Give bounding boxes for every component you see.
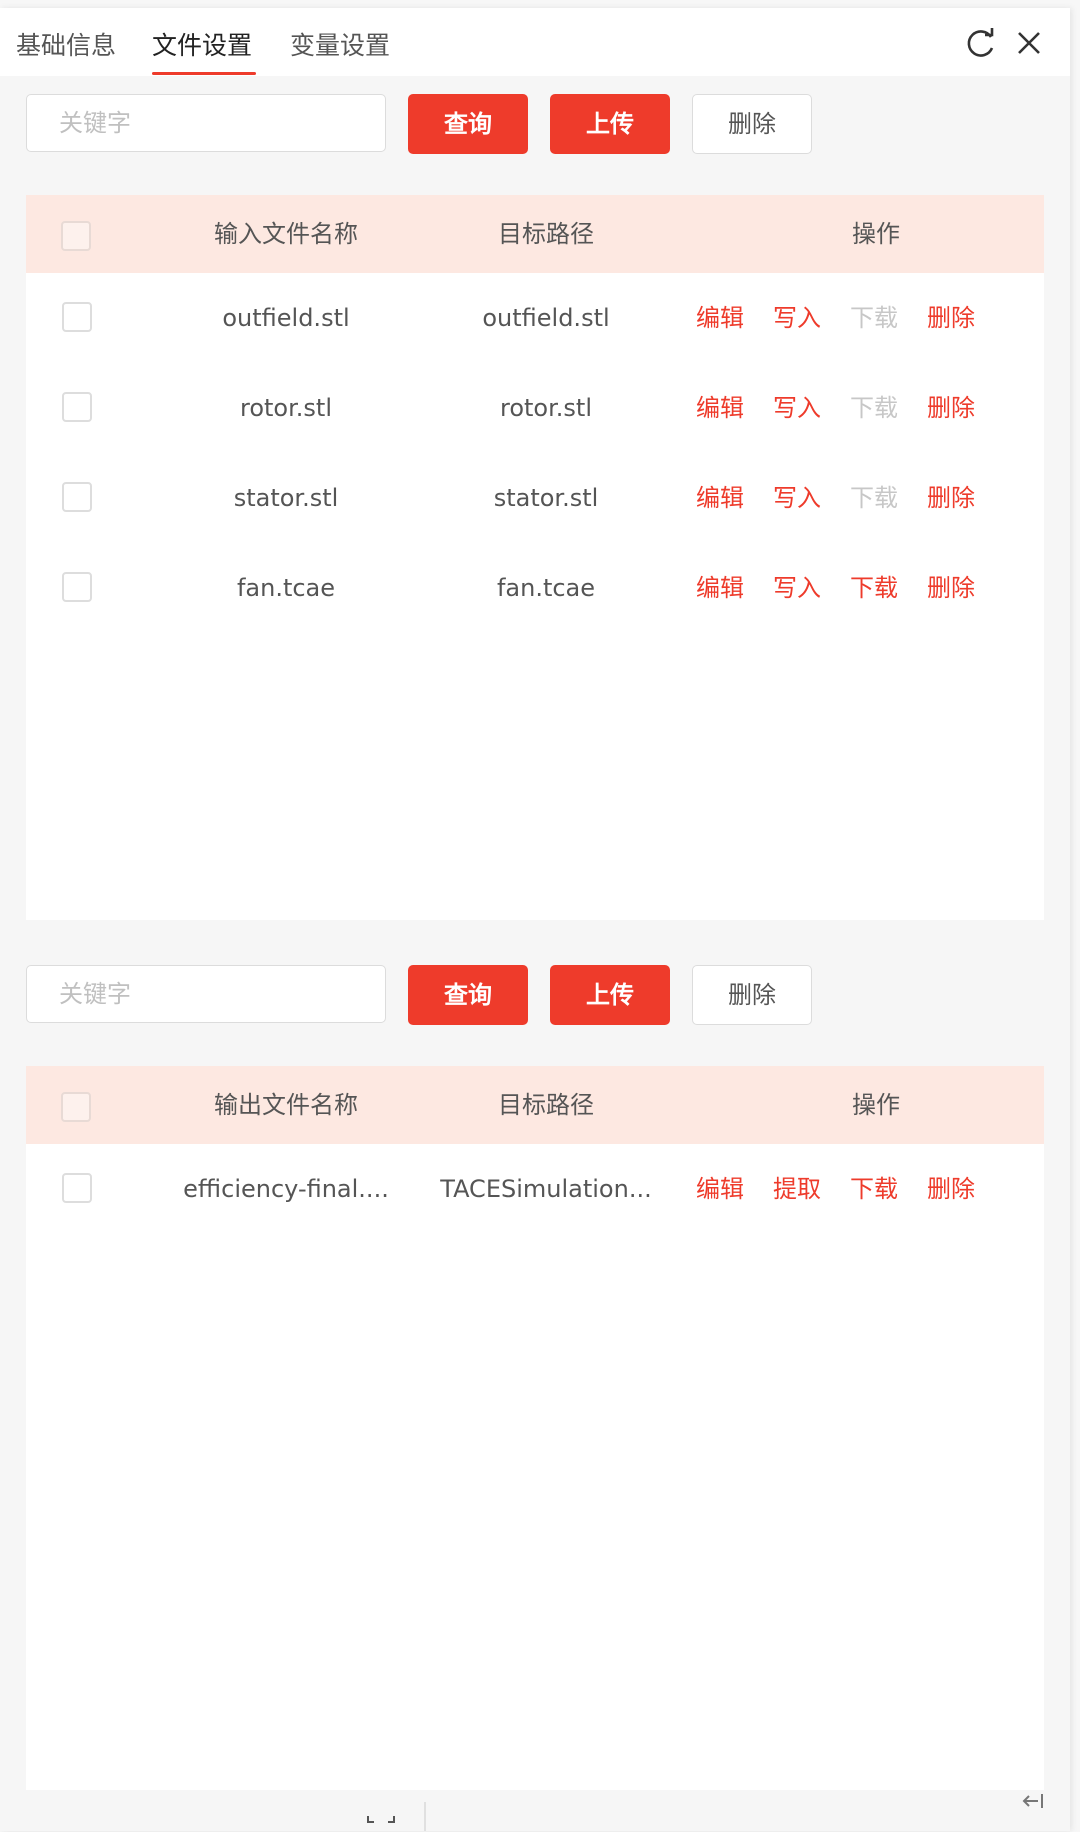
output-search-field[interactable] bbox=[26, 965, 386, 1023]
close-icon[interactable] bbox=[1012, 26, 1046, 60]
tab-bar: 基础信息 文件设置 变量设置 bbox=[0, 8, 1070, 76]
table-row: efficiency-final.... TACESimulation... 编… bbox=[26, 1144, 1044, 1234]
select-all-checkbox[interactable] bbox=[61, 1092, 91, 1122]
input-search-field[interactable] bbox=[26, 94, 386, 152]
tab-variable-settings[interactable]: 变量设置 bbox=[290, 30, 390, 62]
output-toolbar: 查询 上传 删除 bbox=[26, 965, 826, 1025]
row-checkbox[interactable] bbox=[62, 392, 92, 422]
download-link[interactable]: 下载 bbox=[850, 273, 898, 363]
input-query-button[interactable]: 查询 bbox=[408, 94, 528, 154]
row-checkbox[interactable] bbox=[62, 482, 92, 512]
input-upload-button[interactable]: 上传 bbox=[550, 94, 670, 154]
download-link[interactable]: 下载 bbox=[850, 363, 898, 453]
column-header-target-path: 目标路径 bbox=[498, 220, 594, 248]
edit-link[interactable]: 编辑 bbox=[696, 1144, 744, 1234]
tab-file-settings[interactable]: 文件设置 bbox=[152, 30, 252, 62]
input-table-header: 输入文件名称 目标路径 操作 bbox=[26, 195, 1044, 273]
write-link[interactable]: 写入 bbox=[773, 363, 821, 453]
column-header-output-name: 输出文件名称 bbox=[214, 1091, 358, 1119]
input-file-name: stator.stl bbox=[233, 484, 339, 512]
download-link[interactable]: 下载 bbox=[850, 1144, 898, 1234]
output-files-table: 输出文件名称 目标路径 操作 efficiency-final.... TACE… bbox=[26, 1066, 1044, 1792]
column-header-actions: 操作 bbox=[852, 1091, 900, 1119]
output-delete-button[interactable]: 删除 bbox=[692, 965, 812, 1025]
edit-link[interactable]: 编辑 bbox=[696, 363, 744, 453]
divider bbox=[424, 1802, 426, 1831]
download-link[interactable]: 下载 bbox=[850, 543, 898, 633]
output-file-name: efficiency-final.... bbox=[183, 1175, 389, 1203]
input-delete-button[interactable]: 删除 bbox=[692, 94, 812, 154]
edit-link[interactable]: 编辑 bbox=[696, 273, 744, 363]
delete-link[interactable]: 删除 bbox=[927, 1144, 975, 1234]
target-path: TACESimulation... bbox=[440, 1175, 652, 1203]
table-row: outfield.stl outfield.stl 编辑 写入 下载 删除 bbox=[26, 273, 1044, 363]
input-toolbar: 查询 上传 删除 bbox=[26, 94, 826, 154]
delete-link[interactable]: 删除 bbox=[927, 273, 975, 363]
output-query-button[interactable]: 查询 bbox=[408, 965, 528, 1025]
target-path: rotor.stl bbox=[500, 394, 592, 422]
refresh-icon[interactable] bbox=[964, 26, 998, 60]
input-file-name: outfield.stl bbox=[222, 304, 350, 332]
write-link[interactable]: 写入 bbox=[773, 273, 821, 363]
tab-basic-info[interactable]: 基础信息 bbox=[16, 30, 116, 62]
active-tab-indicator bbox=[152, 72, 256, 75]
edit-link[interactable]: 编辑 bbox=[696, 453, 744, 543]
input-files-table: 输入文件名称 目标路径 操作 outfield.stl outfield.stl… bbox=[26, 195, 1044, 920]
delete-link[interactable]: 删除 bbox=[927, 363, 975, 453]
column-header-input-name: 输入文件名称 bbox=[214, 220, 358, 248]
row-checkbox[interactable] bbox=[62, 1173, 92, 1203]
input-file-name: fan.tcae bbox=[236, 574, 336, 602]
target-path: stator.stl bbox=[493, 484, 599, 512]
select-all-checkbox[interactable] bbox=[61, 221, 91, 251]
bottom-bar bbox=[0, 1790, 1070, 1831]
column-header-target-path: 目标路径 bbox=[498, 1091, 594, 1119]
expand-icon[interactable] bbox=[366, 1808, 396, 1828]
row-checkbox[interactable] bbox=[62, 572, 92, 602]
edit-link[interactable]: 编辑 bbox=[696, 543, 744, 633]
row-checkbox[interactable] bbox=[62, 302, 92, 332]
output-table-header: 输出文件名称 目标路径 操作 bbox=[26, 1066, 1044, 1144]
table-row: fan.tcae fan.tcae 编辑 写入 下载 删除 bbox=[26, 543, 1044, 633]
download-link[interactable]: 下载 bbox=[850, 453, 898, 543]
input-file-name: rotor.stl bbox=[240, 394, 332, 422]
write-link[interactable]: 写入 bbox=[773, 543, 821, 633]
extract-link[interactable]: 提取 bbox=[773, 1144, 821, 1234]
collapse-icon[interactable] bbox=[1020, 1790, 1050, 1812]
write-link[interactable]: 写入 bbox=[773, 453, 821, 543]
table-row: stator.stl stator.stl 编辑 写入 下载 删除 bbox=[26, 453, 1044, 543]
target-path: outfield.stl bbox=[482, 304, 610, 332]
delete-link[interactable]: 删除 bbox=[927, 453, 975, 543]
output-upload-button[interactable]: 上传 bbox=[550, 965, 670, 1025]
column-header-actions: 操作 bbox=[852, 220, 900, 248]
delete-link[interactable]: 删除 bbox=[927, 543, 975, 633]
table-row: rotor.stl rotor.stl 编辑 写入 下载 删除 bbox=[26, 363, 1044, 453]
target-path: fan.tcae bbox=[496, 574, 596, 602]
